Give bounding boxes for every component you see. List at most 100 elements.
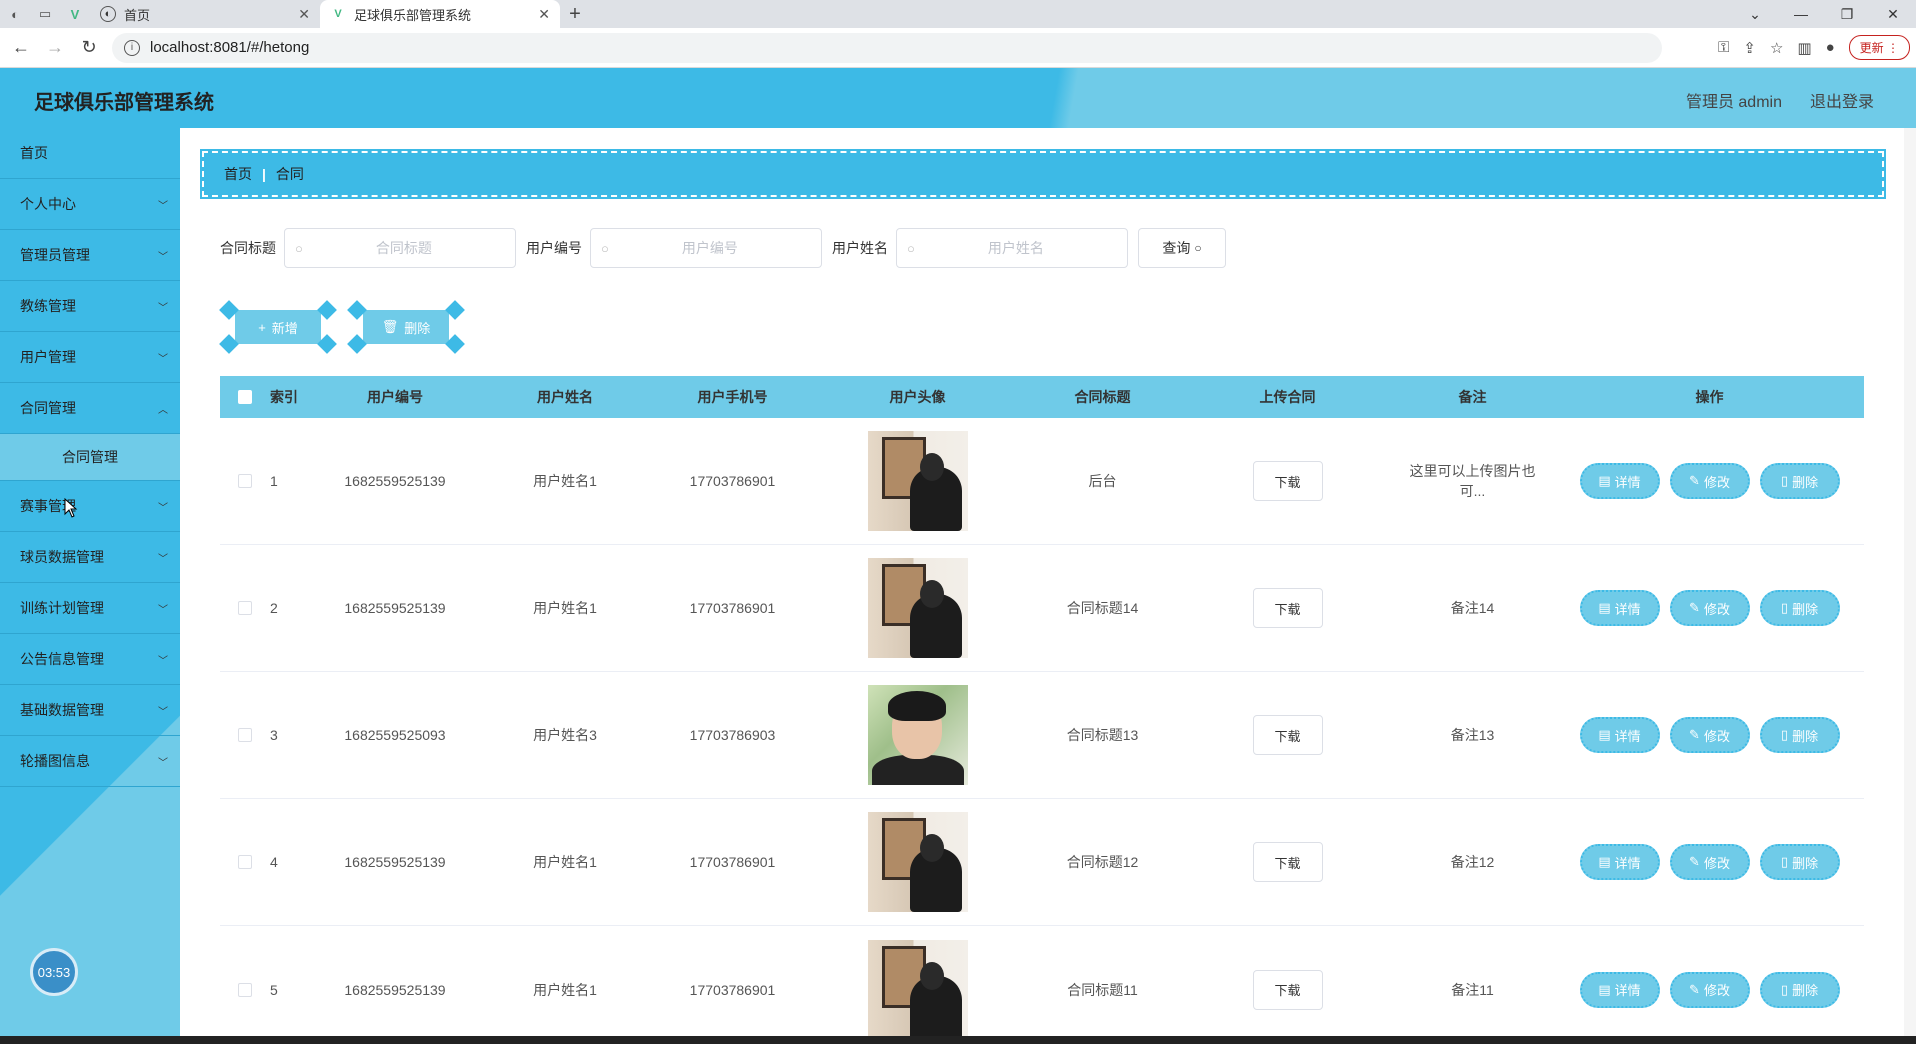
user-name-input[interactable] — [914, 240, 1117, 256]
pencil-icon: ✎ — [1689, 854, 1700, 869]
new-tab-button[interactable]: + — [560, 0, 590, 28]
back-icon[interactable]: ← — [8, 37, 34, 58]
user-avatar-image[interactable] — [867, 431, 968, 531]
sidebar-item-training[interactable]: 训练计划管理 ﹀ — [0, 583, 180, 634]
document-icon: ▤ — [1598, 981, 1611, 997]
edit-button[interactable]: ✎ 修改 — [1669, 590, 1750, 626]
edit-label: 修改 — [1703, 855, 1730, 871]
user-avatar-image[interactable] — [867, 558, 968, 658]
download-button[interactable]: 下载 — [1252, 461, 1323, 501]
detail-button[interactable]: ▤ 详情 — [1579, 717, 1660, 753]
row-checkbox[interactable] — [238, 982, 252, 997]
detail-label: 详情 — [1614, 855, 1641, 871]
close-icon[interactable]: ✕ — [538, 6, 550, 23]
chevron-down-icon[interactable]: ⌄ — [1732, 0, 1778, 28]
sidebar-item-base-data[interactable]: 基础数据管理 ﹀ — [0, 685, 180, 736]
select-all-checkbox[interactable] — [238, 390, 252, 404]
sidebar-item-home[interactable]: 首页 — [0, 128, 180, 179]
delete-button[interactable]: ▯ 删除 — [1759, 844, 1840, 880]
delete-button[interactable]: ▯ 删除 — [1759, 590, 1840, 626]
tab-pinned-icon[interactable]: ◐ — [0, 0, 30, 28]
row-checkbox[interactable] — [238, 855, 252, 869]
contract-title-field[interactable]: ○ — [284, 228, 516, 268]
pencil-icon: ✎ — [1689, 981, 1700, 997]
sidebar-item-carousel[interactable]: 轮播图信息 ﹀ — [0, 736, 180, 787]
chevron-down-icon: ﹀ — [158, 706, 168, 718]
detail-button[interactable]: ▤ 详情 — [1579, 590, 1660, 626]
detail-button[interactable]: ▤ 详情 — [1579, 463, 1660, 499]
header-avatar: 用户头像 — [889, 389, 946, 405]
trash-icon: ▯ — [1780, 600, 1789, 615]
star-icon[interactable]: ☆ — [1770, 39, 1783, 57]
key-icon[interactable]: ⚿ — [1718, 39, 1729, 56]
cell-index: 2 — [270, 600, 278, 616]
user-avatar-image[interactable] — [867, 812, 968, 912]
update-button[interactable]: 更新 ⋮ — [1848, 35, 1910, 60]
download-button[interactable]: 下载 — [1252, 842, 1323, 882]
row-checkbox[interactable] — [238, 728, 252, 742]
sidebar-item-contracts[interactable]: 合同管理 ︿ — [0, 383, 180, 434]
close-icon[interactable]: ✕ — [298, 6, 310, 23]
contract-title-input[interactable] — [302, 240, 505, 256]
download-button[interactable]: 下载 — [1252, 715, 1323, 755]
cell-uid: 1682559525139 — [344, 473, 446, 489]
sidebar-item-player-data[interactable]: 球员数据管理 ﹀ — [0, 532, 180, 583]
edit-button[interactable]: ✎ 修改 — [1669, 971, 1750, 1008]
forward-icon[interactable]: → — [42, 37, 68, 58]
download-button[interactable]: 下载 — [1252, 969, 1323, 1010]
browser-tab-active[interactable]: V 足球俱乐部管理系统 ✕ — [320, 0, 560, 28]
cell-note: 备注14 — [1450, 600, 1495, 616]
chevron-down-icon: ﹀ — [158, 353, 168, 365]
minimize-icon[interactable]: — — [1778, 0, 1824, 28]
edit-button[interactable]: ✎ 修改 — [1669, 844, 1750, 880]
add-button[interactable]: + 新增 — [219, 300, 337, 354]
edit-label: 修改 — [1703, 474, 1730, 490]
sidebar-item-matches[interactable]: 赛事管理 ﹀ — [0, 481, 180, 532]
sidebar-item-notices[interactable]: 公告信息管理 ﹀ — [0, 634, 180, 685]
row-checkbox[interactable] — [238, 601, 252, 615]
share-icon[interactable]: ⇪ — [1743, 39, 1756, 57]
chevron-down-icon: ﹀ — [158, 302, 168, 314]
row-checkbox[interactable] — [238, 474, 252, 488]
breadcrumb-home[interactable]: 首页 — [224, 164, 252, 184]
tab-title: 足球俱乐部管理系统 — [354, 7, 472, 23]
batch-delete-button[interactable]: 🗑 删除 — [347, 300, 465, 354]
close-window-icon[interactable]: ✕ — [1870, 0, 1916, 28]
sidebar-item-admins[interactable]: 管理员管理 ﹀ — [0, 230, 180, 281]
profile-icon[interactable]: ● — [1826, 39, 1835, 56]
detail-label: 详情 — [1614, 983, 1641, 998]
edit-button[interactable]: ✎ 修改 — [1669, 717, 1750, 753]
cell-phone: 17703786901 — [689, 854, 776, 870]
sidebar-subitem-contract-management[interactable]: 合同管理 — [0, 434, 180, 481]
delete-button[interactable]: ▯ 删除 — [1759, 717, 1840, 753]
info-icon[interactable]: i — [124, 39, 140, 56]
tab-blank-icon[interactable]: ▭ — [30, 0, 60, 28]
user-avatar-image[interactable] — [867, 939, 968, 1040]
user-id-input[interactable] — [608, 240, 811, 256]
delete-button[interactable]: ▯ 删除 — [1759, 463, 1840, 499]
reload-icon[interactable]: ↻ — [76, 37, 102, 58]
restore-icon[interactable]: ❐ — [1824, 0, 1870, 28]
sidebar-item-users[interactable]: 用户管理 ﹀ — [0, 332, 180, 383]
cell-phone: 17703786901 — [689, 473, 776, 489]
user-id-field[interactable]: ○ — [590, 228, 822, 268]
delete-button[interactable]: ▯ 删除 — [1759, 971, 1840, 1008]
url-field[interactable]: i localhost:8081/#/hetong — [112, 32, 1662, 63]
cell-title: 后台 — [1088, 473, 1117, 489]
query-button[interactable]: 查询 ○ — [1138, 228, 1226, 268]
logout-link[interactable]: 退出登录 — [1810, 88, 1874, 112]
detail-button[interactable]: ▤ 详情 — [1579, 844, 1660, 880]
user-avatar-image[interactable] — [867, 685, 968, 785]
browser-tab-home[interactable]: ◐ 首页 ✕ — [90, 0, 320, 28]
sidebar-item-profile[interactable]: 个人中心 ﹀ — [0, 179, 180, 230]
page-scrollbar[interactable] — [1904, 128, 1916, 1036]
tab-vue-icon[interactable]: V — [60, 0, 90, 28]
sidebar-item-coaches[interactable]: 教练管理 ﹀ — [0, 281, 180, 332]
user-name-field[interactable]: ○ — [896, 228, 1128, 268]
chevron-down-icon: ﹀ — [158, 757, 168, 769]
download-button[interactable]: 下载 — [1252, 588, 1323, 628]
detail-button[interactable]: ▤ 详情 — [1579, 971, 1660, 1008]
table-row: 2 1682559525139 用户姓名1 17703786901 合同标题14… — [220, 545, 1864, 672]
edit-button[interactable]: ✎ 修改 — [1669, 463, 1750, 499]
sidepanel-icon[interactable]: ▥ — [1797, 39, 1811, 57]
